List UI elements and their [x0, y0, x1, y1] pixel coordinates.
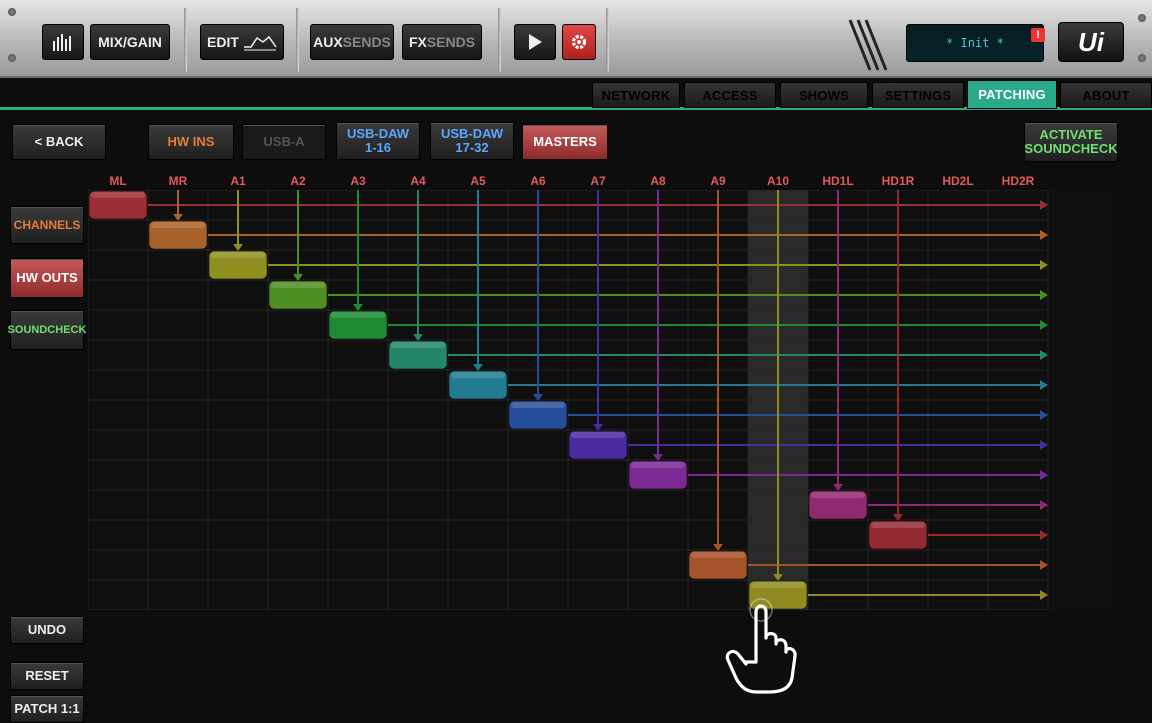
eq-curve-icon — [243, 35, 277, 51]
route-arrow-right — [1040, 230, 1048, 240]
usb-daw-17-32-button[interactable]: USB-DAW 17-32 — [430, 122, 514, 160]
tab-about[interactable]: ABOUT — [1060, 82, 1152, 108]
column-header: A5 — [470, 174, 486, 188]
edit-label: EDIT — [207, 34, 239, 50]
tab-network[interactable]: NETWORK — [592, 82, 680, 108]
meters-button[interactable] — [42, 24, 84, 60]
activate-soundcheck-button[interactable]: ACTIVATE SOUNDCHECK — [1024, 122, 1118, 162]
hw-outs-button[interactable]: HW OUTS — [10, 258, 84, 298]
aux-label: AUX — [313, 34, 343, 50]
route-arrow-right — [1040, 290, 1048, 300]
app-window: { "toolbar":{ "mix_gain":"MIX/GAIN", "ed… — [0, 0, 1152, 723]
aux-sends-label: SENDS — [342, 34, 391, 50]
column-header: HD1L — [822, 174, 854, 188]
play-icon — [529, 34, 542, 50]
column-header: HD2L — [942, 174, 974, 188]
route-arrow-right — [1040, 350, 1048, 360]
ui-logo[interactable]: Ui — [1058, 22, 1124, 62]
route-arrow-right — [1040, 470, 1048, 480]
route-arrow-right — [1040, 200, 1048, 210]
soundcheck-button[interactable]: SOUNDCHECK — [8, 310, 86, 350]
patch-matrix-canvas — [88, 190, 1049, 610]
gear-icon — [571, 34, 587, 50]
aux-sends-button[interactable]: AUX SENDS — [310, 24, 394, 60]
column-header: HD1R — [881, 174, 915, 188]
tab-patching[interactable]: PATCHING — [967, 80, 1057, 109]
fx-label: FX — [408, 34, 427, 50]
patch-1-1-button[interactable]: PATCH 1:1 — [10, 695, 84, 723]
play-button[interactable] — [514, 24, 556, 60]
column-header: ML — [109, 174, 127, 188]
patch-node-shine — [91, 192, 145, 198]
mix-gain-button[interactable]: MIX/GAIN — [90, 24, 170, 60]
channels-button[interactable]: CHANNELS — [10, 206, 84, 244]
undo-button[interactable]: UNDO — [10, 616, 84, 644]
column-header: A10 — [766, 174, 789, 188]
hw-ins-button[interactable]: HW INS — [148, 124, 234, 160]
screw-icon — [8, 8, 16, 16]
route-arrow-right — [1040, 260, 1048, 270]
column-header: A7 — [590, 174, 606, 188]
screw-icon — [8, 54, 16, 62]
patch-node-shine — [151, 222, 205, 228]
column-header: HD2R — [1001, 174, 1035, 188]
route-arrow-right — [1040, 410, 1048, 420]
column-header: A2 — [290, 174, 306, 188]
patch-node-shine — [451, 372, 505, 378]
route-arrow-right — [1040, 320, 1048, 330]
route-arrow-right — [1040, 500, 1048, 510]
route-arrow-right — [1040, 590, 1048, 600]
patch-node-shine — [391, 342, 445, 348]
patch-matrix[interactable] — [88, 190, 1118, 610]
patch-node-shine — [211, 252, 265, 258]
fx-sends-label: SENDS — [426, 34, 476, 50]
route-arrow-right — [1040, 440, 1048, 450]
usb-a-button: USB-A — [242, 124, 326, 160]
top-toolbar: MIX/GAIN EDIT AUX SENDS FX SENDS * Init * … — [0, 0, 1152, 78]
screw-icon — [1138, 54, 1146, 62]
column-header: A1 — [230, 174, 246, 188]
patch-node-shine — [811, 492, 865, 498]
patch-node-shine — [331, 312, 385, 318]
alert-badge[interactable]: ! — [1031, 28, 1045, 42]
patch-node-shine — [271, 282, 325, 288]
status-display: * Init * — [906, 24, 1044, 62]
patch-node-shine — [691, 552, 745, 558]
touch-hand-icon — [725, 598, 797, 694]
settings-tabs: NETWORK ACCESS SHOWS SETTINGS PATCHING A… — [0, 80, 1152, 110]
column-header: A6 — [530, 174, 546, 188]
usb-daw-1-16-button[interactable]: USB-DAW 1-16 — [336, 122, 420, 160]
back-button[interactable]: < BACK — [12, 124, 106, 160]
patch-node-shine — [571, 432, 625, 438]
patch-node-shine — [631, 462, 685, 468]
tab-access[interactable]: ACCESS — [684, 82, 776, 108]
column-header: A4 — [410, 174, 426, 188]
decorative-slashes-icon — [848, 19, 888, 71]
patch-node-shine — [871, 522, 925, 528]
tab-shows[interactable]: SHOWS — [780, 82, 868, 108]
meters-icon — [53, 34, 71, 51]
column-header: MR — [168, 174, 188, 188]
column-header: A3 — [350, 174, 366, 188]
reset-button[interactable]: RESET — [10, 662, 84, 690]
route-arrow-right — [1040, 530, 1048, 540]
settings-button[interactable] — [562, 24, 596, 60]
edit-button[interactable]: EDIT — [200, 24, 284, 60]
screw-icon — [1138, 14, 1146, 22]
column-header: A8 — [650, 174, 666, 188]
route-arrow-right — [1040, 560, 1048, 570]
patch-node-shine — [751, 582, 805, 588]
route-arrow-right — [1040, 380, 1048, 390]
column-header: A9 — [710, 174, 726, 188]
tab-settings[interactable]: SETTINGS — [872, 82, 964, 108]
masters-button[interactable]: MASTERS — [522, 124, 608, 160]
patch-node-shine — [511, 402, 565, 408]
fx-sends-button[interactable]: FX SENDS — [402, 24, 482, 60]
